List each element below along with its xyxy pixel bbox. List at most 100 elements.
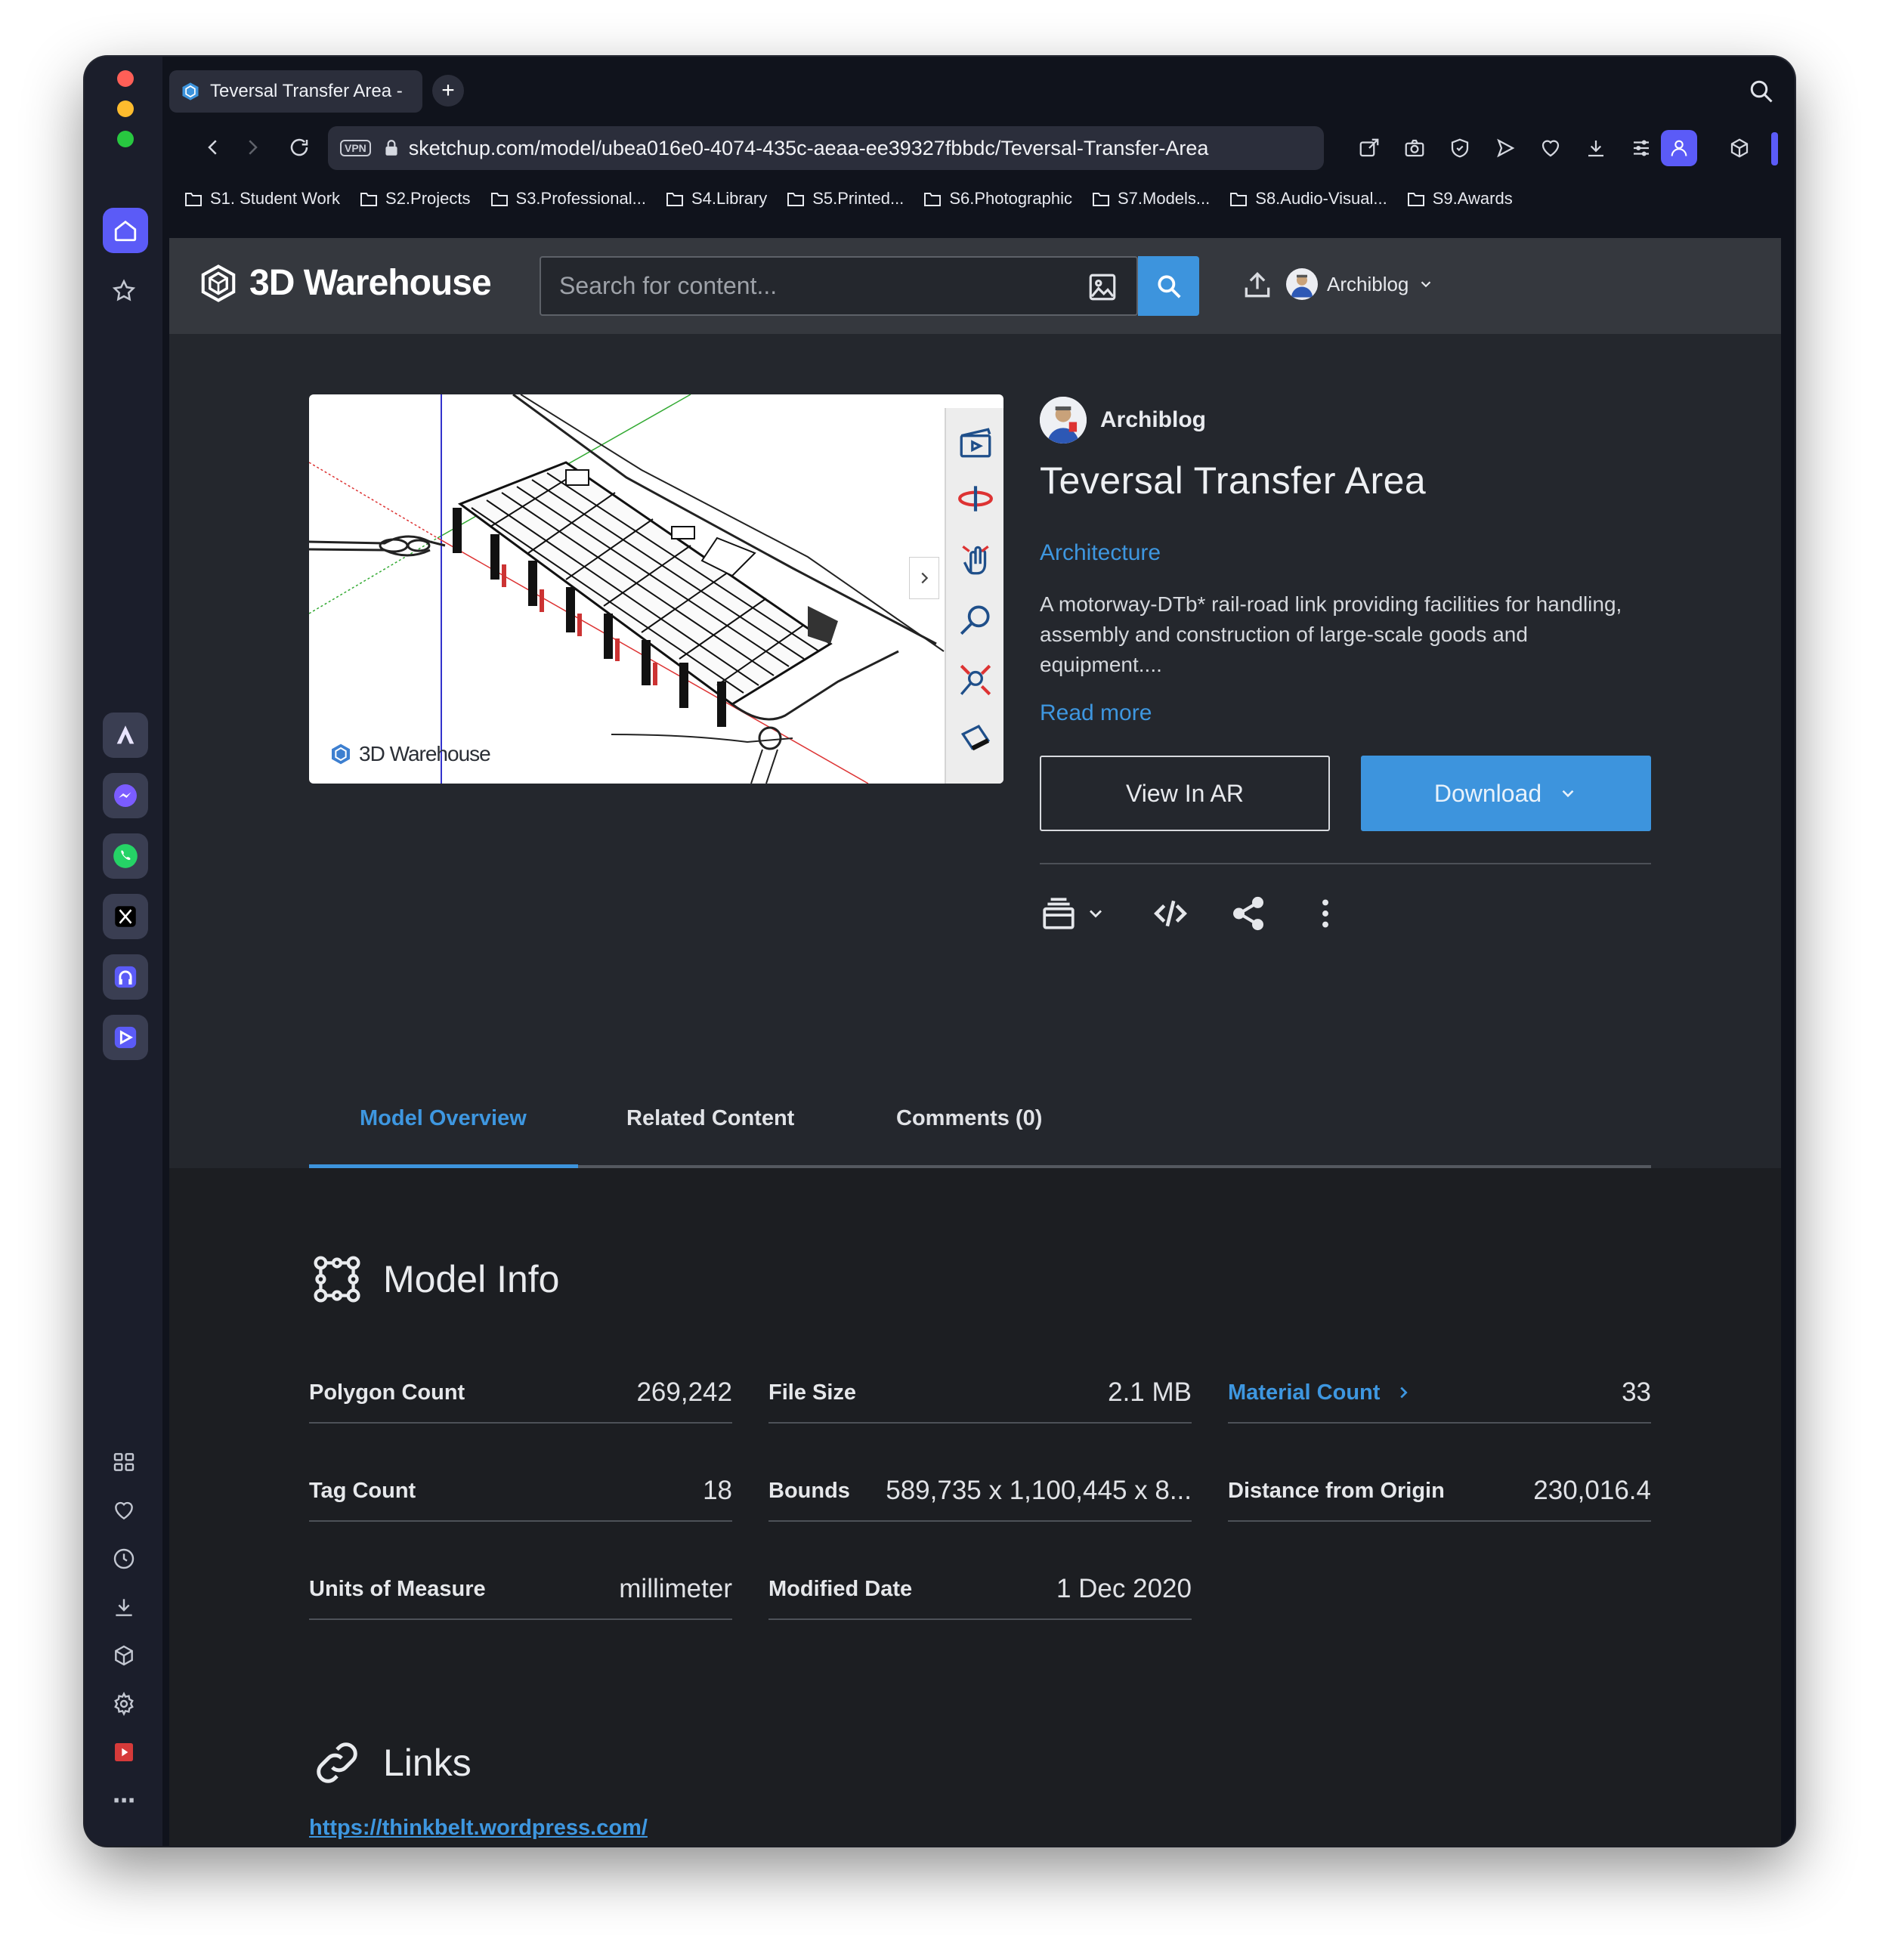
window-zoom-button[interactable]	[117, 131, 134, 147]
window-close-button[interactable]	[117, 70, 134, 87]
search-button[interactable]	[1138, 256, 1199, 316]
add-to-collection-button[interactable]	[1040, 891, 1106, 936]
info-label: Polygon Count	[309, 1380, 465, 1405]
more-vertical-icon[interactable]	[1306, 891, 1344, 936]
folder-icon	[185, 193, 202, 206]
bookmark-heart-icon[interactable]	[1535, 133, 1566, 163]
image-search-icon[interactable]	[1087, 271, 1118, 303]
polygon-nodes-icon	[314, 1256, 360, 1303]
bookmark-item[interactable]: S6.Photographic	[923, 185, 1072, 212]
model-info-heading: Model Info	[309, 1251, 559, 1307]
download-icon[interactable]	[1581, 133, 1611, 163]
bookmark-item[interactable]: S1. Student Work	[184, 185, 340, 212]
sidebar-accent-bar	[1771, 132, 1778, 165]
share-page-icon[interactable]	[1354, 133, 1384, 163]
bookmark-item[interactable]: S9.Awards	[1407, 185, 1513, 212]
info-units-of-measure: Units of Measure millimeter	[309, 1560, 732, 1620]
bookmark-item[interactable]: S2.Projects	[360, 185, 471, 212]
orbit-icon[interactable]	[957, 480, 994, 518]
search-icon	[1157, 274, 1181, 298]
actions-divider	[1040, 863, 1651, 864]
model-viewer[interactable]: 3D Warehouse	[309, 394, 1003, 784]
info-material-count[interactable]: Material Count 33	[1228, 1363, 1651, 1424]
tab-comments[interactable]: Comments (0)	[896, 1106, 1042, 1131]
share-icon[interactable]	[1229, 891, 1267, 936]
download-label: Download	[1433, 779, 1542, 807]
zoom-magnifier-icon[interactable]	[957, 601, 994, 638]
bookmark-label: S6.Photographic	[949, 189, 1072, 208]
more-options-icon[interactable]: ⋯	[109, 1785, 139, 1816]
watermark-text: 3D Warehouse	[359, 742, 491, 765]
info-value: 33	[1622, 1377, 1651, 1407]
heart-icon[interactable]	[109, 1495, 139, 1526]
site-logo[interactable]: 3D Warehouse	[198, 262, 492, 304]
workspaces-icon[interactable]	[109, 1447, 139, 1477]
browser-tab[interactable]: Teversal Transfer Area -	[169, 70, 422, 113]
model-overview-panel: Model Info Polygon Count 269,242 File Si…	[169, 1168, 1781, 1846]
x-twitter-icon[interactable]	[103, 894, 148, 939]
browser-window: ⋯ Teversal Transfer Area - + VPN sketchu…	[85, 57, 1795, 1846]
upload-icon[interactable]	[1241, 268, 1274, 301]
next-image-arrow[interactable]	[909, 557, 939, 599]
camera-icon[interactable]	[1399, 133, 1430, 163]
easy-setup-icon[interactable]	[1626, 133, 1656, 163]
links-heading: Links	[309, 1735, 472, 1791]
settings-gear-icon[interactable]	[109, 1689, 139, 1719]
scene-clapper-icon[interactable]	[957, 423, 994, 461]
info-label: Units of Measure	[309, 1576, 486, 1601]
folder-icon	[787, 193, 805, 206]
new-tab-button[interactable]: +	[432, 75, 464, 107]
bookmark-item[interactable]: S4.Library	[666, 185, 767, 212]
extensions-cube-icon[interactable]	[109, 1640, 139, 1671]
bookmark-item[interactable]: S3.Professional...	[490, 185, 646, 212]
read-more-link[interactable]: Read more	[1040, 700, 1152, 726]
back-button[interactable]	[196, 131, 230, 164]
extension-cube-icon[interactable]	[1724, 133, 1755, 163]
info-distance-from-origin: Distance from Origin 230,016.4	[1228, 1461, 1651, 1522]
bookmark-item[interactable]: S7.Models...	[1092, 185, 1210, 212]
tab-search-icon[interactable]	[1748, 78, 1775, 105]
profile-icon[interactable]	[1661, 130, 1697, 166]
pan-hand-icon[interactable]	[957, 540, 994, 578]
star-icon[interactable]	[109, 276, 139, 306]
zoom-extents-icon[interactable]	[957, 661, 994, 699]
search-input[interactable]: Search for content...	[540, 256, 1138, 316]
folder-icon	[924, 193, 942, 206]
messenger-icon[interactable]	[103, 773, 148, 818]
material-count-link[interactable]: Material Count	[1228, 1380, 1412, 1405]
folder-icon	[490, 193, 508, 206]
whatsapp-icon[interactable]	[103, 833, 148, 879]
home-icon[interactable]	[103, 208, 148, 253]
shield-icon[interactable]	[1445, 133, 1475, 163]
tab-model-overview[interactable]: Model Overview	[360, 1106, 527, 1131]
info-bounds: Bounds 589,735 x 1,100,445 x 8...	[768, 1461, 1192, 1522]
info-label: File Size	[768, 1380, 857, 1405]
bookmark-label: S3.Professional...	[515, 189, 646, 208]
view-in-ar-button[interactable]: View In AR	[1040, 756, 1330, 831]
history-icon[interactable]	[109, 1544, 139, 1574]
section-plane-icon[interactable]	[957, 722, 994, 759]
tab-related-content[interactable]: Related Content	[626, 1106, 794, 1131]
bookmark-item[interactable]: S5.Printed...	[787, 185, 904, 212]
site-header: 3D Warehouse Search for content... Archi…	[169, 238, 1781, 334]
reload-button[interactable]	[283, 131, 316, 164]
address-bar[interactable]: VPN sketchup.com/model/ubea016e0-4074-43…	[328, 126, 1324, 170]
forward-button[interactable]	[236, 131, 269, 164]
video-icon[interactable]	[109, 1737, 139, 1767]
model-category-link[interactable]: Architecture	[1040, 540, 1161, 566]
download-button[interactable]: Download	[1361, 756, 1651, 831]
vpn-badge[interactable]: VPN	[340, 140, 371, 156]
downloads-icon[interactable]	[109, 1592, 139, 1622]
model-render	[309, 394, 945, 784]
send-icon[interactable]	[1490, 133, 1520, 163]
user-menu[interactable]: Archiblog	[1286, 268, 1434, 300]
player-icon[interactable]	[103, 1015, 148, 1060]
aria-icon[interactable]	[103, 713, 148, 758]
window-minimize-button[interactable]	[117, 100, 134, 117]
music-player-icon[interactable]	[103, 954, 148, 1000]
bookmark-item[interactable]: S8.Audio-Visual...	[1229, 185, 1387, 212]
model-author[interactable]: Archiblog	[1040, 397, 1206, 444]
logo-text: 3D Warehouse	[249, 263, 492, 303]
external-link[interactable]: https://thinkbelt.wordpress.com/	[309, 1816, 648, 1840]
embed-code-icon[interactable]	[1152, 891, 1189, 936]
